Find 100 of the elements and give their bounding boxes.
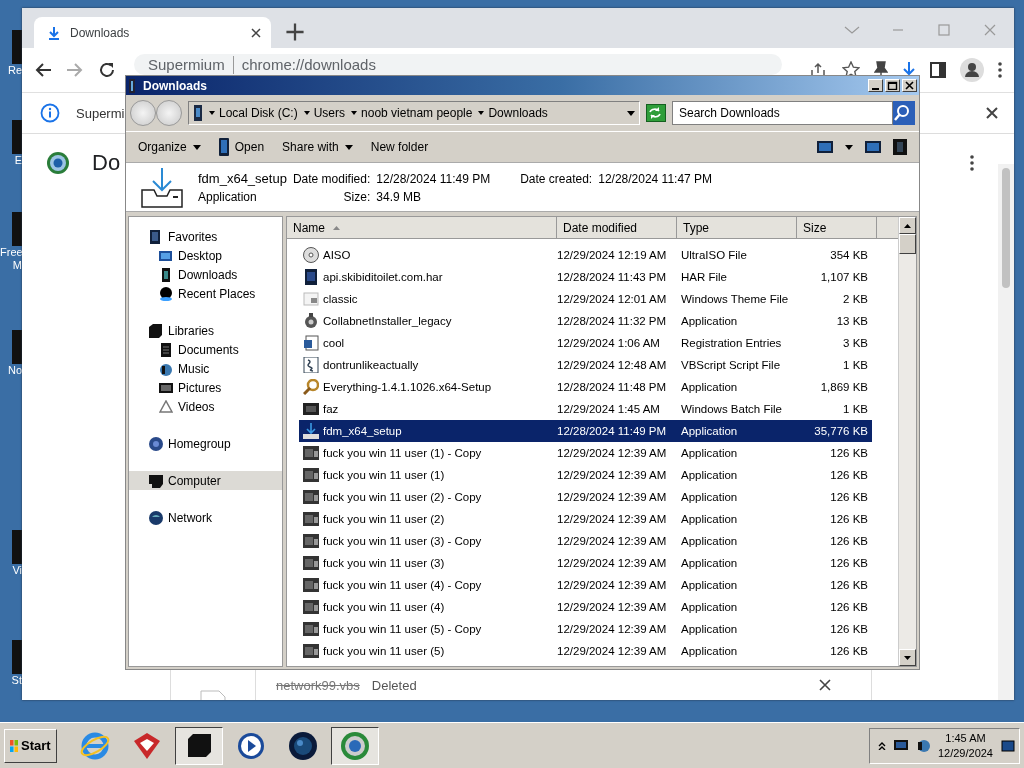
file-row[interactable]: cool 12/29/2024 1:06 AM Registration Entries 3 KB <box>299 332 872 354</box>
taskbar-button[interactable] <box>330 726 379 765</box>
browser-tab[interactable]: Downloads <box>34 17 271 48</box>
monitor-icon[interactable] <box>893 739 908 752</box>
search-field[interactable]: Search Downloads <box>672 101 893 125</box>
start-button[interactable]: Start <box>4 728 57 763</box>
file-row[interactable]: fuck you win 11 user (2) 12/29/2024 12:39 AM Application 126 KB <box>299 508 872 530</box>
file-row[interactable]: api.skibiditoilet.com.har 12/28/2024 11:43 PM HAR File 1,107 KB <box>299 266 872 288</box>
refresh-button[interactable] <box>646 104 666 122</box>
nav-item[interactable]: Desktop <box>129 246 282 265</box>
file-name: fuck you win 11 user (1) <box>323 469 445 481</box>
close-button[interactable] <box>902 79 917 92</box>
file-row[interactable]: fdm_x64_setup 12/28/2024 11:49 PM Application 35,776 KB <box>299 420 872 442</box>
scroll-down-arrow-icon[interactable] <box>904 655 911 660</box>
toolbar-command[interactable]: New folder <box>370 140 429 154</box>
file-row[interactable]: fuck you win 11 user (3) 12/29/2024 12:39 AM Application 126 KB <box>299 552 872 574</box>
script-file-icon <box>303 357 319 373</box>
menu-icon[interactable] <box>998 62 1002 78</box>
nav-item[interactable]: Homegroup <box>129 434 282 453</box>
column-header[interactable]: Size <box>797 217 877 239</box>
scroll-up-button[interactable] <box>899 217 916 234</box>
desktop-icon-label[interactable]: E <box>0 154 22 167</box>
toolbar-command[interactable]: Share with <box>282 140 353 154</box>
minimize-button[interactable] <box>868 79 883 92</box>
column-header[interactable]: Date modified <box>557 217 677 239</box>
close-icon[interactable] <box>986 107 998 119</box>
file-name: Everything-1.4.1.1026.x64-Setup <box>323 381 492 393</box>
show-desktop-icon[interactable] <box>1001 738 1015 753</box>
dropdown-arrow-icon[interactable] <box>627 110 635 116</box>
breadcrumb-bar[interactable]: Local Disk (C:) Users noob vietnam people Downloads <box>188 101 640 125</box>
nav-item[interactable]: Downloads <box>129 265 282 284</box>
file-row[interactable]: fuck you win 11 user (1) 12/29/2024 12:39 AM Application 126 KB <box>299 464 872 486</box>
sidebar-icon[interactable] <box>930 62 946 78</box>
back-arrow-icon[interactable] <box>34 62 52 78</box>
date-cell-text: 12/29/2024 12:39 AM <box>556 579 668 591</box>
profile-icon[interactable] <box>960 58 984 82</box>
menu-icon[interactable] <box>970 155 974 171</box>
date-cell-text: 12/29/2024 12:39 AM <box>556 513 668 525</box>
maximize-button[interactable] <box>885 79 900 92</box>
breadcrumb-item[interactable]: noob vietnam people <box>351 106 473 120</box>
desktop-icon-label[interactable]: St <box>0 674 22 687</box>
file-row[interactable]: faz 12/29/2024 1:45 AM Windows Batch File 1 KB <box>299 398 872 420</box>
breadcrumb-item[interactable]: Downloads <box>478 106 548 120</box>
plus-icon[interactable] <box>285 22 305 42</box>
scrollbar-thumb[interactable] <box>1002 168 1010 288</box>
file-row[interactable]: CollabnetInstaller_legacy 12/28/2024 11:32 PM Application 13 KB <box>299 310 872 332</box>
chevron-up-icon[interactable] <box>877 741 886 750</box>
file-row[interactable]: fuck you win 11 user (4) - Copy 12/29/2024 12:39 AM Application 126 KB <box>299 574 872 596</box>
desktop-icon <box>159 248 173 263</box>
close-icon[interactable] <box>251 27 261 38</box>
desktop-icon-label[interactable]: Free M <box>0 246 22 272</box>
file-row[interactable]: fuck you win 11 user (5) - Copy 12/29/2024 12:39 AM Application 126 KB <box>299 618 872 640</box>
scrollbar-thumb[interactable] <box>899 234 916 254</box>
search-button[interactable] <box>893 101 915 125</box>
file-row[interactable]: dontrunlikeactually 12/29/2024 12:48 AM VBScript Script File 1 KB <box>299 354 872 376</box>
nav-item[interactable]: Documents <box>129 340 282 359</box>
file-row[interactable]: fuck you win 11 user (4) 12/29/2024 12:39 AM Application 126 KB <box>299 596 872 618</box>
file-row[interactable]: fuck you win 11 user (1) - Copy 12/29/2024 12:39 AM Application 126 KB <box>299 442 872 464</box>
preview-pane-icon[interactable] <box>865 141 881 153</box>
speaker-icon[interactable] <box>915 738 930 753</box>
file-row[interactable]: fuck you win 11 user (5) 12/29/2024 12:39 AM Application 126 KB <box>299 640 872 662</box>
file-row[interactable]: fuck you win 11 user (2) - Copy 12/29/2024 12:39 AM Application 126 KB <box>299 486 872 508</box>
taskbar-button[interactable] <box>174 726 223 765</box>
nav-item[interactable]: Network <box>129 508 282 527</box>
caret-icon[interactable] <box>845 144 853 150</box>
recent-icon <box>159 286 173 301</box>
file-row[interactable]: classic 12/29/2024 12:01 AM Windows Theme File 2 KB <box>299 288 872 310</box>
breadcrumb-item[interactable]: Local Disk (C:) <box>209 106 298 120</box>
view-icon[interactable] <box>817 141 833 153</box>
caret-icon <box>351 111 358 115</box>
breadcrumb-item[interactable]: Users <box>303 106 346 120</box>
nav-item[interactable]: Pictures <box>129 378 282 397</box>
file-row[interactable]: Everything-1.4.1.1026.x64-Setup 12/28/2024 11:48 PM Application 1,869 KB <box>299 376 872 398</box>
date-cell-text: 12/29/2024 12:39 AM <box>556 469 668 481</box>
file-row[interactable]: fuck you win 11 user (3) - Copy 12/29/2024 12:39 AM Application 126 KB <box>299 530 872 552</box>
nav-item[interactable]: Computer <box>129 471 282 490</box>
desktop-icon-label[interactable]: Re <box>0 64 22 77</box>
close-icon[interactable] <box>819 679 831 691</box>
type-cell-text: Windows Theme File <box>680 293 790 305</box>
clock-time[interactable]: 1:45 AM <box>945 730 986 746</box>
column-header[interactable]: Type <box>677 217 797 239</box>
column-header[interactable]: Name <box>287 217 557 239</box>
nav-item[interactable]: Libraries <box>129 321 282 340</box>
desktop-icon-label[interactable]: Vi <box>0 564 22 577</box>
scroll-down-button[interactable] <box>899 649 916 666</box>
reload-icon[interactable] <box>98 61 116 79</box>
scroll-up-arrow-icon[interactable] <box>904 223 911 228</box>
nav-item[interactable]: Favorites <box>129 227 282 246</box>
desktop-icon-label[interactable]: No <box>0 364 22 377</box>
scrollbar[interactable] <box>998 164 1014 700</box>
toolbar-command[interactable]: Open <box>218 138 265 156</box>
nav-item[interactable]: Videos <box>129 397 282 416</box>
size-cell-text: 1,869 KB <box>819 381 869 393</box>
toolbar-command[interactable]: Organize <box>138 140 201 154</box>
nav-item[interactable]: Music <box>129 359 282 378</box>
scrollbar[interactable] <box>898 217 916 666</box>
file-row[interactable]: AISO 12/29/2024 12:19 AM UltraISO File 354 KB <box>299 244 872 266</box>
clock-date[interactable]: 12/29/2024 <box>937 745 993 761</box>
nav-item[interactable]: Recent Places <box>129 284 282 303</box>
address-bar[interactable]: Supermium chrome://downloads <box>134 54 782 75</box>
